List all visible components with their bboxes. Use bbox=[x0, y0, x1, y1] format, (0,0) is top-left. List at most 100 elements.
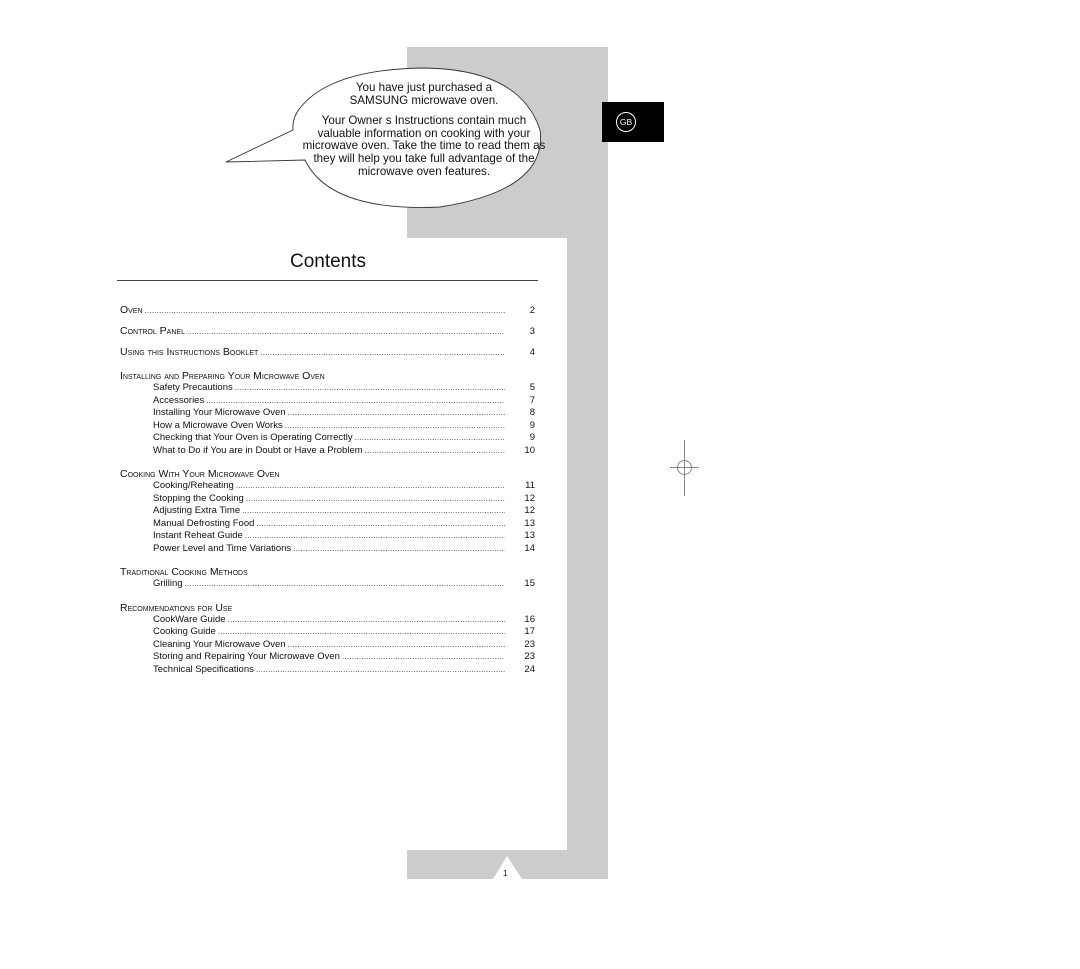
toc-entry[interactable]: Cooking/Reheating 11 bbox=[120, 480, 535, 493]
toc-entry-label: Accessories bbox=[153, 394, 205, 406]
toc-entry-label: Instant Reheat Guide bbox=[153, 530, 243, 541]
toc-entry[interactable]: Cleaning Your Microwave Oven 23 bbox=[120, 639, 535, 652]
toc-entry-page: 2 bbox=[529, 305, 535, 316]
toc-entry[interactable]: Power Level and Time Variations 14 bbox=[120, 543, 535, 556]
toc-entry-label: Stopping the Cooking bbox=[153, 492, 244, 504]
dot-leader bbox=[242, 505, 505, 518]
toc-section-heading: Traditional Cooking Methods bbox=[120, 566, 248, 578]
dot-leader bbox=[288, 407, 505, 420]
dot-leader bbox=[355, 432, 505, 445]
dot-leader bbox=[187, 321, 505, 342]
toc-entry-label: Safety Precautions bbox=[153, 382, 233, 393]
toc-entry-label: Grilling bbox=[153, 578, 183, 589]
dot-leader bbox=[235, 382, 505, 395]
toc-entry[interactable]: Storing and Repairing Your Microwave Ove… bbox=[120, 651, 535, 664]
toc-entry-page: 24 bbox=[524, 663, 535, 675]
toc-entry-label: Adjusting Extra Time bbox=[153, 505, 241, 516]
toc-entry[interactable]: Cooking Guide 17 bbox=[120, 626, 535, 639]
toc-entry[interactable]: Oven 2 bbox=[120, 300, 535, 321]
dot-leader bbox=[246, 493, 505, 506]
toc-entry-label: Cooking/Reheating bbox=[153, 480, 234, 491]
toc-entry-page: 10 bbox=[524, 444, 535, 456]
toc-section-heading: Recommendations for Use bbox=[120, 601, 233, 614]
language-tab: GB bbox=[602, 102, 664, 142]
toc-entry[interactable]: Installing Your Microwave Oven 8 bbox=[120, 407, 535, 420]
dot-leader bbox=[293, 543, 505, 556]
toc-entry[interactable]: Stopping the Cooking 12 bbox=[120, 493, 535, 506]
dot-leader bbox=[218, 626, 505, 639]
toc-entry[interactable]: Using this Instructions Booklet 4 bbox=[120, 342, 535, 363]
toc-entry-page: 3 bbox=[529, 326, 535, 337]
toc-entry-label: Installing Your Microwave Oven bbox=[153, 407, 286, 418]
toc-entry-page: 23 bbox=[524, 651, 535, 662]
dot-leader bbox=[260, 342, 505, 363]
toc-entry[interactable]: Manual Defrosting Food 13 bbox=[120, 518, 535, 531]
toc-entry-label: Using this Instructions Booklet bbox=[120, 346, 259, 358]
toc-section-heading: Cooking With Your Microwave Oven bbox=[120, 468, 280, 480]
dot-leader bbox=[185, 578, 505, 591]
toc-entry[interactable]: Grilling 15 bbox=[120, 578, 535, 591]
toc-entry-label: What to Do if You are in Doubt or Have a… bbox=[153, 444, 363, 456]
toc-section-heading: Installing and Preparing Your Microwave … bbox=[120, 370, 325, 382]
dot-leader bbox=[228, 614, 505, 627]
toc-entry-page: 23 bbox=[524, 638, 535, 650]
toc-entry-label: Control Panel bbox=[120, 325, 185, 337]
toc-entry-label: Manual Defrosting Food bbox=[153, 517, 255, 529]
toc-entry[interactable]: Safety Precautions 5 bbox=[120, 382, 535, 395]
dot-leader bbox=[365, 445, 505, 458]
page-number: 1 bbox=[503, 869, 508, 878]
dot-leader bbox=[256, 664, 505, 677]
page-title: Contents bbox=[289, 251, 367, 272]
toc-entry[interactable]: What to Do if You are in Doubt or Have a… bbox=[120, 445, 535, 458]
toc-entry-page: 14 bbox=[524, 542, 535, 554]
callout-paragraph: Your Owner s Instructions contain much v… bbox=[302, 114, 546, 178]
toc-entry-page: 12 bbox=[524, 505, 535, 516]
toc-entry[interactable]: How a Microwave Oven Works 9 bbox=[120, 420, 535, 433]
table-of-contents: Oven 2 Control Panel 3 Using this Instructio… bbox=[120, 300, 535, 680]
dot-leader bbox=[236, 480, 505, 493]
toc-entry-page: 13 bbox=[524, 530, 535, 541]
page-tab-notch bbox=[493, 856, 522, 879]
callout-line-1: You have just purchased a bbox=[355, 81, 493, 94]
toc-entry[interactable]: Checking that Your Oven is Operating Cor… bbox=[120, 432, 535, 445]
toc-entry[interactable]: Adjusting Extra Time 12 bbox=[120, 505, 535, 518]
toc-entry-page: 11 bbox=[525, 480, 535, 491]
toc-entry[interactable]: Instant Reheat Guide 13 bbox=[120, 530, 535, 543]
dot-leader bbox=[145, 300, 505, 321]
toc-entry-page: 15 bbox=[524, 578, 535, 589]
toc-entry-label: How a Microwave Oven Works bbox=[153, 419, 283, 431]
toc-entry-page: 5 bbox=[529, 382, 535, 393]
language-badge: GB bbox=[616, 112, 636, 132]
callout-text: You have just purchased a SAMSUNG microw… bbox=[300, 81, 548, 186]
toc-entry-label: Cooking Guide bbox=[153, 626, 216, 637]
toc-entry-page: 4 bbox=[529, 347, 535, 358]
toc-entry[interactable]: CookWare Guide 16 bbox=[120, 614, 535, 627]
toc-entry-label: Power Level and Time Variations bbox=[153, 542, 292, 554]
toc-entry-page: 8 bbox=[529, 407, 535, 418]
registration-mark-circle bbox=[677, 460, 692, 475]
toc-entry-label: Storing and Repairing Your Microwave Ove… bbox=[153, 651, 340, 662]
toc-entry[interactable]: Accessories 7 bbox=[120, 395, 535, 408]
callout-line-2: SAMSUNG microwave oven. bbox=[349, 93, 499, 107]
toc-entry-label: Cleaning Your Microwave Oven bbox=[153, 638, 286, 650]
title-divider bbox=[117, 280, 538, 281]
toc-entry-page: 13 bbox=[524, 517, 535, 529]
toc-entry[interactable]: Technical Specifications 24 bbox=[120, 664, 535, 677]
toc-entry-label: Oven bbox=[120, 304, 143, 316]
toc-entry-label: Technical Specifications bbox=[153, 663, 254, 675]
dot-leader bbox=[245, 530, 505, 543]
toc-entry-label: CookWare Guide bbox=[153, 613, 226, 625]
toc-entry-page: 7 bbox=[529, 394, 535, 406]
toc-entry-page: 9 bbox=[529, 419, 535, 431]
dot-leader bbox=[256, 518, 505, 531]
dot-leader bbox=[206, 395, 505, 408]
toc-entry-page: 16 bbox=[524, 613, 535, 625]
dot-leader bbox=[288, 639, 505, 652]
toc-entry[interactable]: Control Panel 3 bbox=[120, 321, 535, 342]
toc-entry-label: Checking that Your Oven is Operating Cor… bbox=[153, 432, 353, 443]
toc-entry-page: 12 bbox=[524, 492, 535, 504]
